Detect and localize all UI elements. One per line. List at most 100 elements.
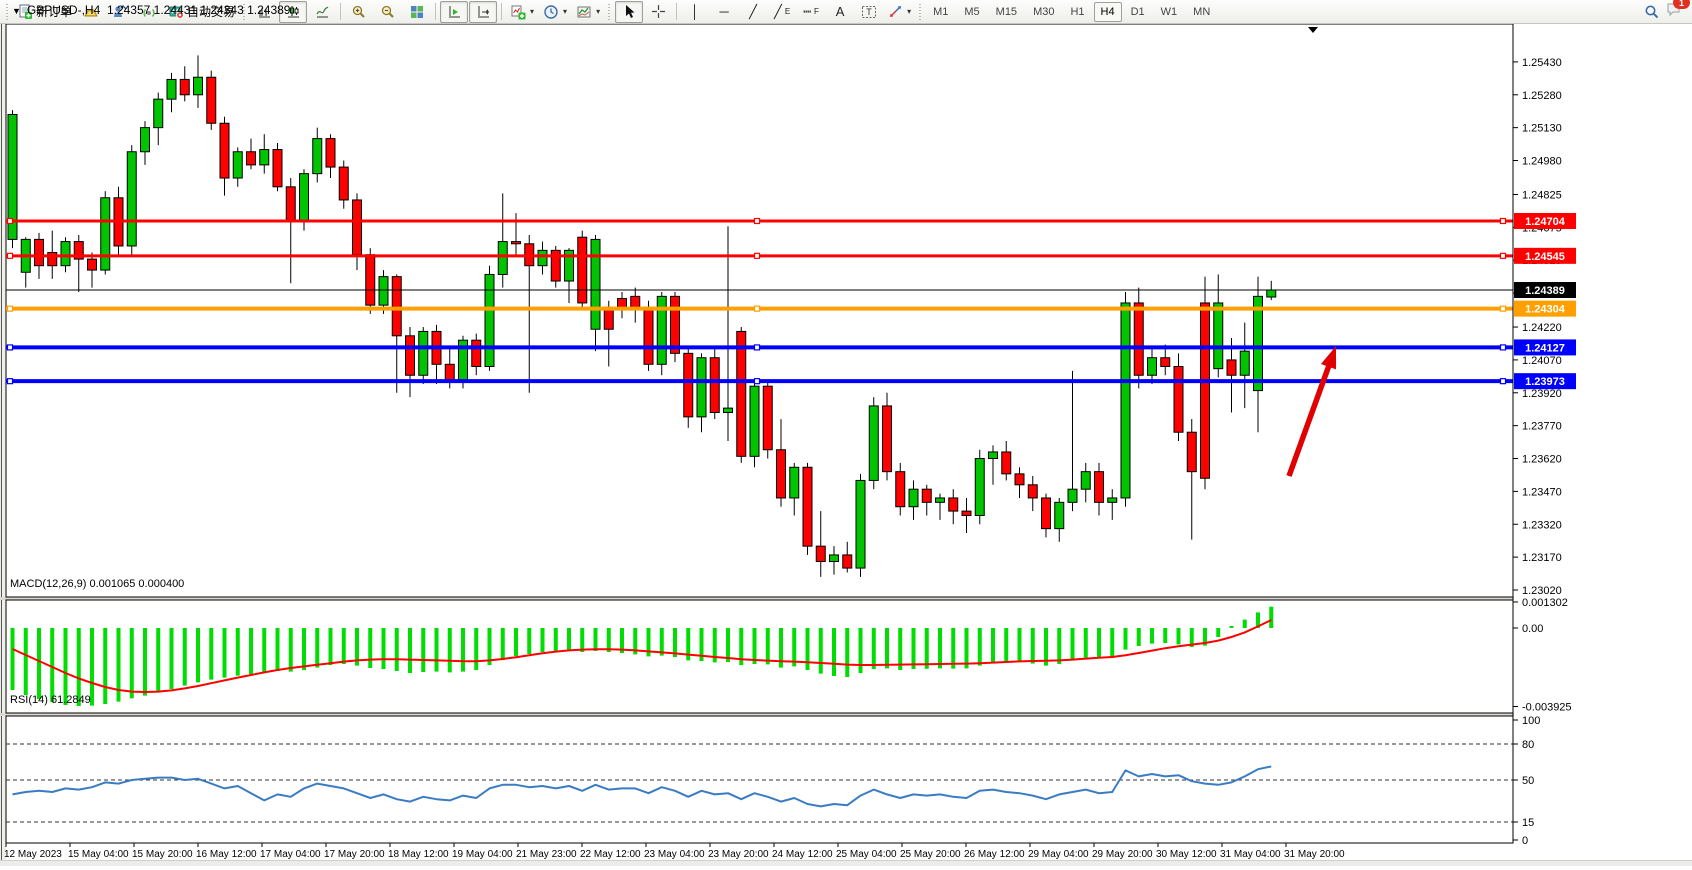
timeframe-button-h4[interactable]: H4 (1094, 2, 1122, 22)
svg-text:1.23170: 1.23170 (1522, 552, 1562, 564)
axis-scale-icon (476, 4, 491, 19)
timeframe-button-m30[interactable]: M30 (1026, 2, 1061, 22)
svg-text:17 May 04:00: 17 May 04:00 (260, 849, 321, 860)
svg-text:50: 50 (1522, 775, 1534, 787)
dropdown-caret: ▾ (530, 7, 534, 16)
vertical-line-icon: │ (691, 5, 699, 18)
svg-text:1.23320: 1.23320 (1522, 519, 1562, 531)
hline-1.24304[interactable] (6, 306, 1513, 311)
toolbar-grip[interactable] (607, 4, 612, 20)
svg-text:25 May 04:00: 25 May 04:00 (836, 849, 897, 860)
svg-text:26 May 12:00: 26 May 12:00 (964, 849, 1025, 860)
svg-text:1.23020: 1.23020 (1522, 585, 1562, 597)
timeframe-toolbar: M1M5M15M30H1H4D1W1MN (926, 2, 1217, 22)
hline-1.24127[interactable] (6, 345, 1513, 350)
vertical-line-tool-button[interactable]: │ (681, 1, 709, 23)
svg-text:17 May 20:00: 17 May 20:00 (324, 849, 385, 860)
price-label-1.24545: 1.24545 (1514, 248, 1576, 264)
chart-symbol-period: GBPUSD-,H4 (27, 3, 100, 17)
rsi-indicator-label: RSI(14) 61.2849 (10, 694, 91, 706)
svg-text:1.24070: 1.24070 (1522, 355, 1562, 367)
fibonacci-tool-button[interactable]: ┉F (797, 1, 825, 23)
svg-text:0: 0 (1522, 835, 1528, 847)
zoom-out-icon (380, 4, 396, 20)
timeframe-button-m5[interactable]: M5 (957, 2, 986, 22)
svg-text:1.24127: 1.24127 (1525, 342, 1565, 354)
svg-text:1.23770: 1.23770 (1522, 421, 1562, 433)
fibonacci-icon-sub: F (814, 7, 819, 16)
price-label-1.24127: 1.24127 (1514, 339, 1576, 355)
timeframe-button-w1[interactable]: W1 (1154, 2, 1185, 22)
collapse-quote-icon[interactable]: ▼ (12, 6, 21, 16)
toolbar-separator (501, 3, 502, 20)
svg-text:12 May 2023: 12 May 2023 (4, 849, 62, 860)
dropdown-caret: ▾ (596, 7, 600, 16)
macd-indicator-label: MACD(12,26,9) 0.001065 0.000400 (10, 578, 184, 590)
macd-values: 0.001065 0.000400 (89, 578, 184, 590)
horizontal-line-icon: ─ (719, 5, 728, 18)
text-tool-button[interactable]: A (826, 1, 854, 23)
notifications-button[interactable]: 1 (1666, 1, 1683, 22)
svg-text:18 May 12:00: 18 May 12:00 (388, 849, 449, 860)
crosshair-tool-button[interactable] (644, 1, 672, 23)
tile-windows-button[interactable] (403, 1, 431, 23)
svg-text:15 May 20:00: 15 May 20:00 (132, 849, 193, 860)
template-dropdown[interactable]: ▾ (572, 1, 604, 23)
zoom-out-button[interactable] (374, 1, 402, 23)
indicator-window-icon (447, 4, 462, 19)
arrows-tool-dropdown[interactable]: ▾ (884, 1, 915, 23)
channel-icon-sub: E (785, 7, 790, 16)
price-axis[interactable]: 1.254301.252801.251301.249801.248251.246… (1513, 24, 1692, 865)
add-indicator-dropdown[interactable]: ▾ (506, 1, 538, 23)
timeframe-button-h1[interactable]: H1 (1063, 2, 1091, 22)
horizontal-line-tool-button[interactable]: ─ (710, 1, 738, 23)
macd-name: MACD(12,26,9) (10, 578, 86, 590)
toolbar-right-group: 1 (1644, 1, 1689, 22)
chart-area[interactable]: 1.254301.252801.251301.249801.248251.246… (0, 24, 1692, 865)
toolbar-grip[interactable] (5, 4, 10, 20)
svg-text:19 May 04:00: 19 May 04:00 (452, 849, 513, 860)
cursor-tool-button[interactable] (615, 1, 643, 23)
svg-text:1.24980: 1.24980 (1522, 156, 1562, 168)
timeframe-button-m1[interactable]: M1 (926, 2, 955, 22)
price-label-1.23973: 1.23973 (1514, 373, 1576, 389)
chart-title: ▼GBPUSD-,H4 1.24357 1.24431 1.24343 1.24… (12, 3, 290, 17)
period-dropdown[interactable]: ▾ (539, 1, 571, 23)
svg-text:23 May 20:00: 23 May 20:00 (708, 849, 769, 860)
price-label-1.24304: 1.24304 (1514, 301, 1576, 317)
zoom-in-button[interactable] (345, 1, 373, 23)
dropdown-caret: ▾ (907, 7, 911, 16)
svg-text:1.24704: 1.24704 (1525, 216, 1566, 228)
trendline-tool-button[interactable]: ╱ (739, 1, 767, 23)
timeframe-button-m15[interactable]: M15 (989, 2, 1024, 22)
chart-canvas[interactable]: 1.254301.252801.251301.249801.248251.246… (0, 24, 1692, 865)
toolbar-separator (435, 3, 436, 20)
search-icon[interactable] (1644, 4, 1660, 20)
crosshair-icon (651, 4, 666, 19)
toolbar-separator (676, 3, 677, 20)
arrows-icon (888, 4, 903, 19)
svg-text:16 May 12:00: 16 May 12:00 (196, 849, 257, 860)
hline-1.23973[interactable] (6, 379, 1513, 384)
svg-text:15 May 04:00: 15 May 04:00 (68, 849, 129, 860)
main-price-panel[interactable] (6, 24, 1513, 597)
svg-text:1.23973: 1.23973 (1525, 376, 1565, 388)
line-chart-type-button[interactable] (308, 1, 336, 23)
rsi-panel[interactable] (6, 716, 1513, 843)
show-indicator-window-button[interactable] (440, 1, 468, 23)
label-tool-icon: T (861, 5, 877, 19)
svg-text:1.23470: 1.23470 (1522, 486, 1562, 498)
time-axis[interactable]: 12 May 2023 15 May 04:0015 May 20:0016 Ma… (4, 843, 1345, 860)
svg-text:30 May 12:00: 30 May 12:00 (1156, 849, 1217, 860)
trendline-icon: ╱ (749, 5, 757, 18)
timeframe-button-d1[interactable]: D1 (1124, 2, 1152, 22)
svg-text:1.23620: 1.23620 (1522, 454, 1562, 466)
macd-panel[interactable] (6, 600, 1513, 713)
channel-tool-button[interactable]: ╱E (768, 1, 796, 23)
show-axis-button[interactable] (469, 1, 497, 23)
svg-text:1.25430: 1.25430 (1522, 57, 1562, 69)
svg-text:23 May 04:00: 23 May 04:00 (644, 849, 705, 860)
label-tool-button[interactable]: T (855, 1, 883, 23)
timeframe-button-mn[interactable]: MN (1186, 2, 1217, 22)
toolbar-grip[interactable] (918, 4, 923, 20)
